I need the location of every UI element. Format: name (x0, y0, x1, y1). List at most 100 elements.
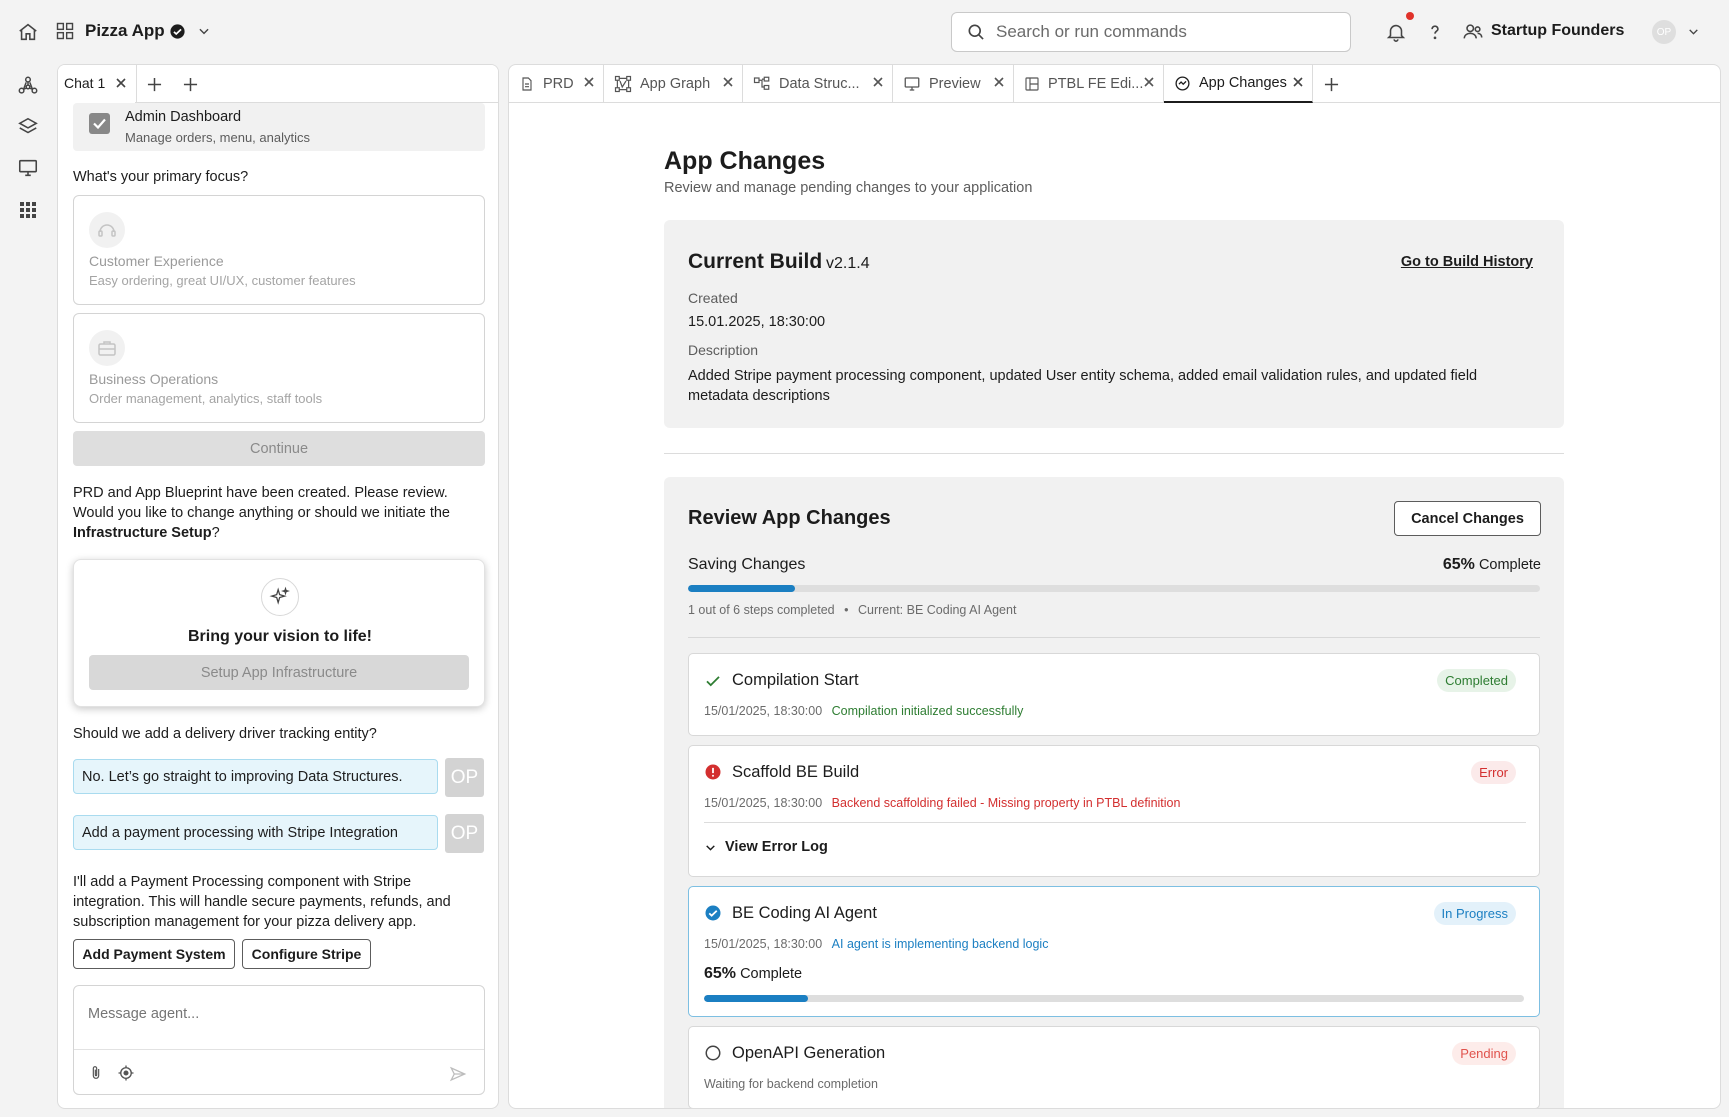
step-message: Compilation initialized successfully (831, 704, 1024, 718)
verified-icon (168, 22, 186, 40)
option-title: Admin Dashboard (125, 109, 242, 125)
progress-percent: 65% (1442, 556, 1475, 573)
steps-summary: 1 out of 6 steps completed (688, 603, 835, 617)
team-name[interactable]: Startup Founders (1491, 22, 1624, 40)
step-meta: 15/01/2025, 18:30:00 Backend scaffolding… (704, 796, 1180, 810)
close-icon[interactable] (1143, 76, 1155, 88)
project-name[interactable]: Pizza App (85, 21, 165, 41)
tab-ptbl-fe-editor[interactable]: PTBL FE Edi... (1014, 65, 1164, 103)
close-icon[interactable] (1292, 76, 1304, 88)
grid-dots-icon[interactable] (17, 199, 39, 221)
team-icon (1461, 20, 1485, 44)
status-badge: Error (1471, 761, 1516, 784)
plus-icon[interactable] (182, 76, 198, 92)
notification-dot (1406, 12, 1414, 20)
tab-label: App Graph (640, 76, 711, 92)
avatar-initials: OP (1652, 20, 1676, 44)
build-title: Current Build (688, 250, 823, 273)
status-badge: Completed (1437, 669, 1516, 692)
divider (664, 453, 1564, 454)
page-title: App Changes (664, 147, 826, 175)
cancel-changes-button[interactable]: Cancel Changes (1394, 501, 1541, 536)
chevron-down-icon[interactable] (196, 23, 212, 39)
tab-app-graph[interactable]: App Graph (604, 65, 743, 103)
step-timestamp: 15/01/2025, 18:30:00 (704, 796, 823, 810)
help-icon[interactable] (1424, 21, 1446, 43)
step-compilation-start: Compilation Start Completed 15/01/2025, … (688, 653, 1540, 736)
close-icon[interactable] (583, 76, 595, 88)
close-icon[interactable] (115, 77, 127, 89)
monitor-icon (903, 75, 921, 93)
step-progress-bar (704, 995, 1524, 1002)
in-progress-check-icon (704, 904, 722, 922)
tab-preview[interactable]: Preview (893, 65, 1014, 103)
option-business-operations[interactable]: Business Operations Order management, an… (73, 313, 485, 423)
target-icon[interactable] (116, 1063, 136, 1083)
message-input[interactable] (88, 1006, 468, 1034)
complete-label: Complete (1478, 557, 1541, 573)
home-icon[interactable] (16, 20, 40, 44)
agent-reply: I'll add a Payment Processing component … (73, 874, 451, 930)
send-icon[interactable] (448, 1064, 468, 1084)
option-subtitle: Order management, analytics, staff tools (89, 391, 323, 406)
tab-prd[interactable]: PRD (509, 65, 604, 103)
build-history-link[interactable]: Go to Build History (1401, 254, 1533, 270)
command-search[interactable] (951, 12, 1351, 52)
apps-grid-icon (54, 20, 76, 42)
graph-nodes-icon[interactable] (16, 74, 40, 98)
overall-progress-bar (688, 585, 1540, 592)
view-error-log-toggle[interactable]: View Error Log (704, 839, 828, 855)
divider (136, 65, 137, 103)
chat-panel: Chat 1 Admin Dashboard Manage orders, me… (57, 64, 499, 1109)
plus-icon[interactable] (146, 76, 162, 92)
chevron-down-icon (704, 841, 717, 854)
review-title: Review App Changes (688, 507, 891, 529)
option-title: Customer Experience (89, 253, 224, 269)
user-message: No. Let’s go straight to improving Data … (73, 759, 438, 794)
option-subtitle: Manage orders, menu, analytics (125, 130, 310, 145)
tab-label: Chat 1 (64, 75, 106, 91)
layers-icon[interactable] (16, 115, 40, 139)
complete-label: Complete (740, 966, 803, 982)
focus-question: What's your primary focus? (73, 169, 249, 185)
tab-label: PRD (543, 76, 574, 92)
data-structure-icon (753, 75, 771, 93)
sparkle-icon (261, 578, 299, 616)
tab-chat-1[interactable]: Chat 1 (58, 65, 136, 103)
admin-dashboard-option[interactable]: Admin Dashboard Manage orders, menu, ana… (73, 103, 485, 151)
check-icon (704, 672, 722, 690)
divider (704, 822, 1526, 823)
close-icon[interactable] (993, 76, 1005, 88)
layout-icon (1024, 76, 1040, 92)
plus-icon[interactable] (1323, 76, 1339, 92)
bell-icon[interactable] (1384, 20, 1408, 44)
page-subtitle: Review and manage pending changes to you… (664, 180, 1033, 196)
user-avatar[interactable]: OP (1652, 20, 1676, 44)
option-title: Business Operations (89, 371, 219, 387)
pending-circle-icon (704, 1044, 722, 1062)
saving-label: Saving Changes (688, 556, 806, 573)
step-title: Scaffold BE Build (732, 763, 860, 781)
left-rail (0, 64, 56, 1117)
tab-app-changes[interactable]: App Changes (1164, 65, 1313, 103)
tab-label: PTBL FE Edi... (1048, 76, 1144, 92)
tab-data-structures[interactable]: Data Struc... (743, 65, 893, 103)
checkbox-checked[interactable] (89, 113, 110, 134)
vision-title: Bring your vision to life! (187, 628, 372, 645)
chevron-down-icon[interactable] (1686, 24, 1700, 38)
add-payment-system-button[interactable]: Add Payment System (73, 939, 235, 969)
briefcase-icon (89, 330, 125, 366)
monitor-icon[interactable] (16, 156, 40, 180)
setup-infrastructure-button[interactable]: Setup App Infrastructure (89, 655, 469, 690)
user-avatar: OP (445, 814, 484, 853)
divider (74, 1049, 484, 1050)
attachment-icon[interactable] (87, 1063, 105, 1083)
close-icon[interactable] (722, 76, 734, 88)
continue-button[interactable]: Continue (73, 431, 485, 466)
configure-stripe-button[interactable]: Configure Stripe (242, 939, 371, 969)
close-icon[interactable] (872, 76, 884, 88)
tab-label: Preview (929, 76, 981, 92)
search-input[interactable] (996, 22, 1326, 42)
option-customer-experience[interactable]: Customer Experience Easy ordering, great… (73, 195, 485, 305)
current-build-card: Current Build v2.1.4 Go to Build History… (664, 220, 1564, 428)
